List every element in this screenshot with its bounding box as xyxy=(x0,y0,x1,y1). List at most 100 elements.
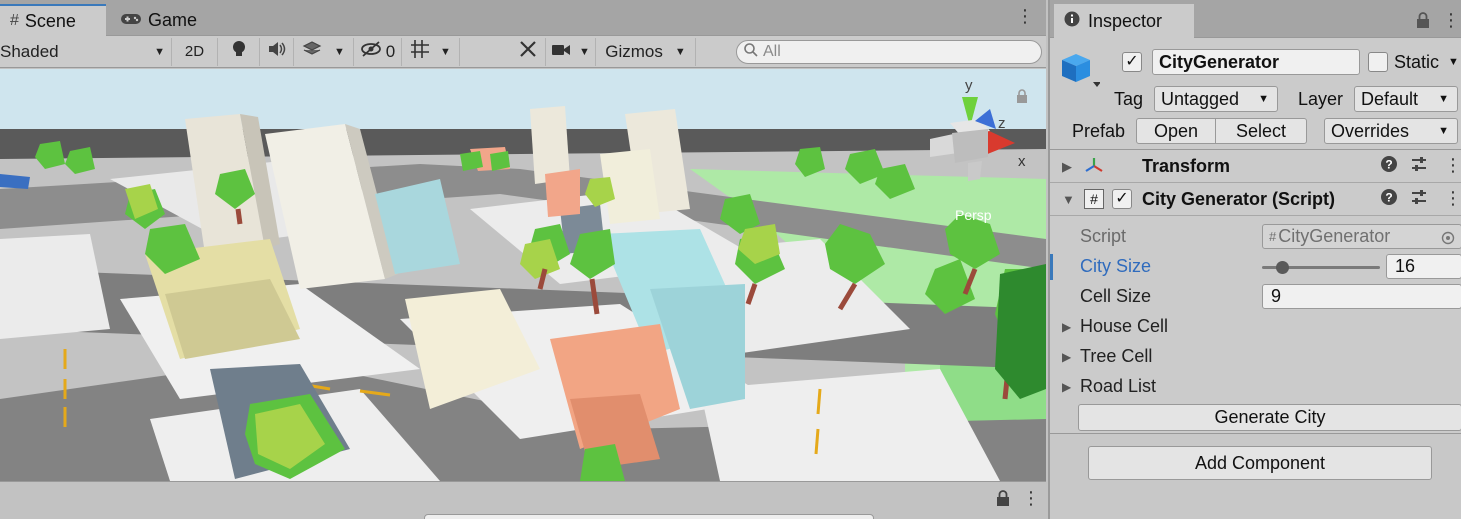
tab-scene-label: Scene xyxy=(24,10,76,31)
chevron-down-icon: ▼ xyxy=(674,45,686,58)
overrides-label: Overrides xyxy=(1331,120,1410,141)
transform-title: Transform xyxy=(1142,156,1231,176)
static-checkbox[interactable] xyxy=(1368,52,1388,72)
chevron-down-icon: ▼ xyxy=(579,45,590,58)
add-component-button[interactable]: Add Component xyxy=(1088,446,1432,480)
scene-panel: # Scene Game ⋮ Shaded ▼ 2D ▼ 0 ▼ ▼ Gizmo… xyxy=(0,0,1046,519)
foldout-collapsed-icon[interactable]: ▶ xyxy=(1062,350,1071,364)
prefab-open-label: Open xyxy=(1153,120,1199,141)
generate-city-label: Generate City xyxy=(1214,407,1326,427)
checkmark-icon: ✓ xyxy=(1125,53,1139,70)
script-label: Script xyxy=(1080,226,1127,246)
road-list-label: Road List xyxy=(1080,376,1157,396)
city-size-input[interactable]: 16 xyxy=(1386,254,1461,279)
tab-game-label: Game xyxy=(148,9,198,30)
more-options-icon[interactable]: ⋮ xyxy=(1442,10,1460,31)
hidden-count: 0 xyxy=(385,41,396,61)
scene-viewport[interactable]: y z x Persp xyxy=(0,69,1046,481)
cell-size-input[interactable]: 9 xyxy=(1262,284,1461,309)
chevron-down-icon: ▼ xyxy=(154,45,165,58)
tab-inspector[interactable]: Inspector xyxy=(1054,4,1194,38)
scene-tabbar: # Scene Game ⋮ xyxy=(0,0,1046,36)
lock-icon[interactable] xyxy=(1416,12,1430,33)
property-script: Script # CityGenerator xyxy=(1050,222,1461,252)
checkmark-icon: ✓ xyxy=(1115,190,1129,207)
property-tree-cell[interactable]: ▶ Tree Cell xyxy=(1050,342,1461,372)
city-scene-render xyxy=(0,69,1046,481)
more-options-icon[interactable]: ⋮ xyxy=(1016,6,1034,27)
script-hash-icon: # xyxy=(1269,229,1277,244)
transform-component-header[interactable]: ▶ Transform ? ⋮ xyxy=(1050,150,1461,183)
layer-value: Default xyxy=(1361,88,1419,109)
tab-game[interactable]: Game xyxy=(110,4,207,36)
transform-icon xyxy=(1084,156,1104,181)
more-options-icon[interactable]: ⋮ xyxy=(1444,188,1461,209)
tab-scene[interactable]: # Scene xyxy=(0,4,106,36)
property-cell-size: Cell Size 9 xyxy=(1050,282,1461,312)
search-placeholder: All xyxy=(763,43,781,60)
house-cell-label: House Cell xyxy=(1080,316,1169,336)
effects-dropdown[interactable]: ▼ xyxy=(294,37,354,66)
chevron-down-icon[interactable]: ▼ xyxy=(1448,56,1459,68)
city-size-label: City Size xyxy=(1080,256,1152,276)
layer-label: Layer xyxy=(1298,89,1344,109)
scene-search-input[interactable]: All xyxy=(736,40,1042,64)
script-object-field[interactable]: # CityGenerator xyxy=(1262,224,1461,249)
tag-dropdown[interactable]: Untagged ▼ xyxy=(1154,86,1278,112)
foldout-collapsed-icon[interactable]: ▶ xyxy=(1062,380,1071,394)
gameobject-header: ✓ CityGenerator Static ▼ Tag Untagged ▼ … xyxy=(1050,38,1461,150)
foldout-expanded-icon[interactable]: ▼ xyxy=(1062,192,1075,207)
help-icon[interactable]: ? xyxy=(1380,188,1398,211)
property-road-list[interactable]: ▶ Road List xyxy=(1050,372,1461,402)
audio-toggle-button[interactable] xyxy=(260,37,294,66)
foldout-collapsed-icon[interactable]: ▶ xyxy=(1062,159,1072,175)
foldout-collapsed-icon[interactable]: ▶ xyxy=(1062,320,1071,334)
grid-snap-icon xyxy=(410,39,430,64)
help-icon[interactable]: ? xyxy=(1380,155,1398,178)
grid-snap-dropdown[interactable]: ▼ xyxy=(402,37,460,66)
script-properties: Script # CityGenerator City Size 16 Cell… xyxy=(1050,216,1461,434)
shading-mode-dropdown[interactable]: Shaded ▼ xyxy=(0,37,172,66)
camera-dropdown[interactable]: ▼ xyxy=(546,37,596,66)
prefab-open-button[interactable]: Open xyxy=(1136,118,1216,144)
gizmo-lock-icon[interactable] xyxy=(1016,87,1028,108)
layers-icon xyxy=(302,41,322,62)
script-enabled-checkbox[interactable]: ✓ xyxy=(1112,189,1132,209)
layer-dropdown[interactable]: Default ▼ xyxy=(1354,86,1458,112)
gameobject-cube-icon xyxy=(1060,50,1101,95)
speaker-icon xyxy=(268,41,286,62)
more-options-icon[interactable]: ⋮ xyxy=(1022,488,1040,509)
generate-city-button[interactable]: Generate City xyxy=(1078,404,1461,431)
info-icon xyxy=(1064,11,1080,32)
bottom-panel-header: ⋮ xyxy=(0,481,1046,519)
gameobject-name-input[interactable]: CityGenerator xyxy=(1152,49,1360,75)
lightbulb-icon xyxy=(232,40,246,63)
tools-icon xyxy=(519,40,537,63)
tree-cell-label: Tree Cell xyxy=(1080,346,1153,366)
axis-label-x: x xyxy=(1018,153,1026,170)
presets-icon[interactable] xyxy=(1410,188,1428,211)
tools-button[interactable] xyxy=(510,37,546,66)
lighting-toggle-button[interactable] xyxy=(218,37,260,66)
2d-label: 2D xyxy=(184,43,205,60)
bottom-panel-field[interactable] xyxy=(424,514,874,519)
prefab-overrides-dropdown[interactable]: Overrides ▼ xyxy=(1324,118,1458,144)
lock-icon[interactable] xyxy=(996,490,1010,511)
add-component-area: Add Component xyxy=(1050,434,1461,514)
projection-label[interactable]: Persp xyxy=(955,207,992,223)
city-size-slider[interactable] xyxy=(1262,258,1380,276)
more-options-icon[interactable]: ⋮ xyxy=(1444,155,1461,176)
inspector-tabbar: Inspector ⋮ xyxy=(1050,0,1461,38)
object-picker-icon[interactable] xyxy=(1441,229,1455,250)
slider-thumb[interactable] xyxy=(1276,261,1289,274)
shading-mode-label: Shaded xyxy=(0,41,59,61)
gizmos-dropdown[interactable]: Gizmos ▼ xyxy=(596,37,696,66)
2d-toggle-button[interactable]: 2D xyxy=(172,37,218,66)
property-house-cell[interactable]: ▶ House Cell xyxy=(1050,312,1461,342)
active-checkbox[interactable]: ✓ xyxy=(1122,52,1142,72)
script-component-header[interactable]: ▼ # ✓ City Generator (Script) ? ⋮ xyxy=(1050,183,1461,216)
city-size-value: 16 xyxy=(1395,256,1416,276)
presets-icon[interactable] xyxy=(1410,155,1428,178)
hidden-objects-toggle[interactable]: 0 xyxy=(354,37,402,66)
prefab-select-button[interactable]: Select xyxy=(1215,118,1307,144)
